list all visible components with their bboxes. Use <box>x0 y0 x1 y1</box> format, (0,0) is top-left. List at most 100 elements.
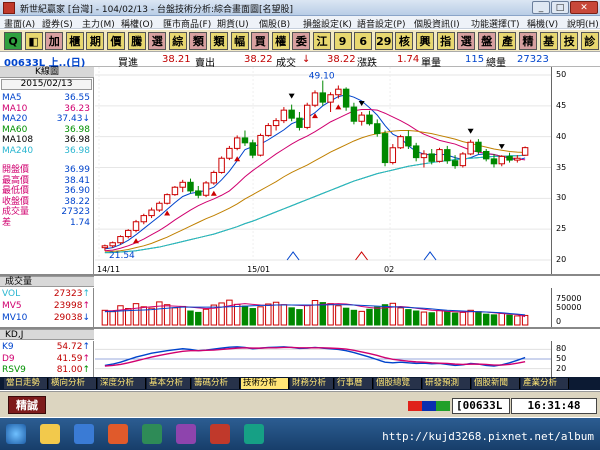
toolbar-price-button[interactable]: 價 <box>107 32 125 50</box>
volume-label: VOL <box>2 289 21 299</box>
kd-chart[interactable] <box>95 341 551 377</box>
kd-y-tick: 20 <box>556 363 567 373</box>
sell-signal-arrow <box>358 101 365 106</box>
candle-body <box>350 106 358 122</box>
candle-body <box>436 149 443 162</box>
trading-app-icon[interactable] <box>210 424 230 444</box>
start-icon[interactable] <box>6 424 26 444</box>
tab-analysis[interactable]: 個股總覽 <box>374 378 422 389</box>
volume-bar <box>490 314 498 326</box>
menu-fx[interactable]: 匯市商品(F) <box>163 17 211 30</box>
volume-chart-svg <box>101 299 529 326</box>
toolbar-category-button[interactable]: 類 <box>210 32 228 50</box>
app-icon <box>3 2 15 14</box>
toolbar-range-button[interactable]: 幅 <box>230 32 249 50</box>
volume-bar <box>226 299 233 326</box>
app-icon-teal[interactable] <box>244 424 264 444</box>
volume-bar <box>249 308 256 326</box>
tab-analysis[interactable]: 財務分析 <box>290 378 334 389</box>
tab-analysis[interactable]: 深度分析 <box>98 378 146 389</box>
menu-securities[interactable]: 證券(S) <box>42 17 73 30</box>
toolbar-jiang-button[interactable]: 江 <box>313 32 331 50</box>
ohlc-label: 收盤價 <box>2 196 30 207</box>
toolbar-option-button[interactable]: 選 <box>457 32 476 50</box>
toolbar-layout-button[interactable]: ◧ <box>24 32 43 50</box>
main-window: 新世紀贏家 [台灣] - 104/02/13 - 台盤技術分析:綜合畫面圖[名望… <box>0 0 600 450</box>
ohlc-label: 最高價 <box>2 175 30 186</box>
candle-body <box>319 92 327 103</box>
minimize-button[interactable]: _ <box>532 1 550 14</box>
toolbar-summary-button[interactable]: 綜 <box>168 32 187 50</box>
green-indicator <box>436 401 450 411</box>
tab-analysis[interactable]: 研發預測 <box>423 378 471 389</box>
k-panel-date[interactable]: 2015/02/13 <box>1 79 92 90</box>
toolbar-warrant-button[interactable]: 權 <box>271 32 290 50</box>
candle-body <box>257 134 264 156</box>
media-icon[interactable] <box>108 424 128 444</box>
tab-analysis[interactable]: 個股新聞 <box>472 378 520 389</box>
os-taskbar: http://kujd3268.pixnet.net/album <box>0 418 600 450</box>
toolbar-six-button[interactable]: 6 <box>354 32 373 50</box>
toolbar-industry-button[interactable]: 產 <box>498 32 517 50</box>
ma-value: 37.43↓ <box>57 114 90 124</box>
volume-bar <box>459 311 467 326</box>
toolbar-sector-button[interactable]: 類 <box>189 32 208 50</box>
toolbar-rise-button[interactable]: 騰 <box>127 32 146 50</box>
app-icon-purple[interactable] <box>176 424 196 444</box>
volume-bar <box>257 306 264 326</box>
price-chart[interactable]: 49.10 21.54 14/11 15/01 02 <box>95 67 551 274</box>
toolbar-diagnose-button[interactable]: 診 <box>580 32 599 50</box>
toolbar-twentynine-button[interactable]: 29 <box>374 32 393 50</box>
app-icon-green[interactable] <box>142 424 162 444</box>
volume-info-row: MV5 23998↑ <box>2 301 92 311</box>
menu-futures[interactable]: 期貨(U) <box>217 17 249 30</box>
tab-analysis[interactable]: 基本分析 <box>147 378 191 389</box>
candle-body <box>451 160 459 167</box>
menu-stock-info[interactable]: 個股資訊(I) <box>414 17 460 30</box>
toolbar-core-button[interactable]: 核 <box>395 32 414 50</box>
price-y-tick: 35 <box>556 162 567 172</box>
volume-arrow: ↓ <box>82 313 90 323</box>
menu-screen[interactable]: 畫面(A) <box>4 17 35 30</box>
toolbar-order-button[interactable]: 委 <box>292 32 311 50</box>
menu-major[interactable]: 主力(M) <box>82 17 115 30</box>
tab-analysis[interactable]: 行事曆 <box>335 378 373 389</box>
tab-analysis[interactable]: 產業分析 <box>521 378 569 389</box>
menu-voice-settings[interactable]: 語音設定(P) <box>357 17 405 30</box>
menu-help[interactable]: 說明(H) <box>567 17 599 30</box>
toolbar-tech-button[interactable]: 技 <box>560 32 579 50</box>
toolbar-fine-button[interactable]: 精 <box>519 32 537 50</box>
browser-icon[interactable] <box>74 424 94 444</box>
tab-analysis[interactable]: 橫向分析 <box>49 378 97 389</box>
toolbar-search-button[interactable]: Q <box>4 32 22 50</box>
toolbar-board-button[interactable]: 盤 <box>477 32 496 50</box>
status-symbol[interactable]: [00633L <box>452 398 510 414</box>
toolbar-futures-button[interactable]: 期 <box>86 32 105 50</box>
tab-analysis[interactable]: 籌碼分析 <box>192 378 240 389</box>
toolbar-emerging-button[interactable]: 興 <box>416 32 434 50</box>
analysis-tabbar: 當日走勢 橫向分析 深度分析 基本分析 籌碼分析 技術分析 財務分析 行事曆 個股總覽 研發預測個… <box>0 377 600 390</box>
menu-stock[interactable]: 個股(B) <box>259 17 290 30</box>
candle-body <box>335 88 342 96</box>
toolbar-add-button[interactable]: 加 <box>45 32 64 50</box>
kd-info-row: D9 41.59↑ <box>2 354 92 364</box>
volume-chart[interactable] <box>95 288 551 327</box>
menu-board-settings[interactable]: 損盤設定(K) <box>303 17 352 30</box>
price-x-label: 02 <box>384 265 394 274</box>
toolbar-nine-button[interactable]: 9 <box>333 32 352 50</box>
low-annotation: 21.54 <box>109 251 135 261</box>
explorer-icon[interactable] <box>40 424 60 444</box>
menu-warrant[interactable]: 稱權(O) <box>121 17 153 30</box>
tab-analysis[interactable]: 當日走勢 <box>4 378 48 389</box>
volume-bar <box>327 303 334 326</box>
toolbar-buy-button[interactable]: 買 <box>251 32 270 50</box>
toolbar-index-button[interactable]: 指 <box>436 32 455 50</box>
close-button[interactable]: ✕ <box>570 1 598 14</box>
maximize-button[interactable]: □ <box>551 1 569 14</box>
menu-functions[interactable]: 功能選擇(T) <box>471 17 520 30</box>
toolbar-select-button[interactable]: 選 <box>148 32 167 50</box>
menu-machine[interactable]: 稱機(V) <box>527 17 558 30</box>
tab-analysis[interactable]: 技術分析 <box>241 378 289 389</box>
toolbar-otc-button[interactable]: 櫃 <box>65 32 84 50</box>
toolbar-fund-button[interactable]: 基 <box>539 32 558 50</box>
